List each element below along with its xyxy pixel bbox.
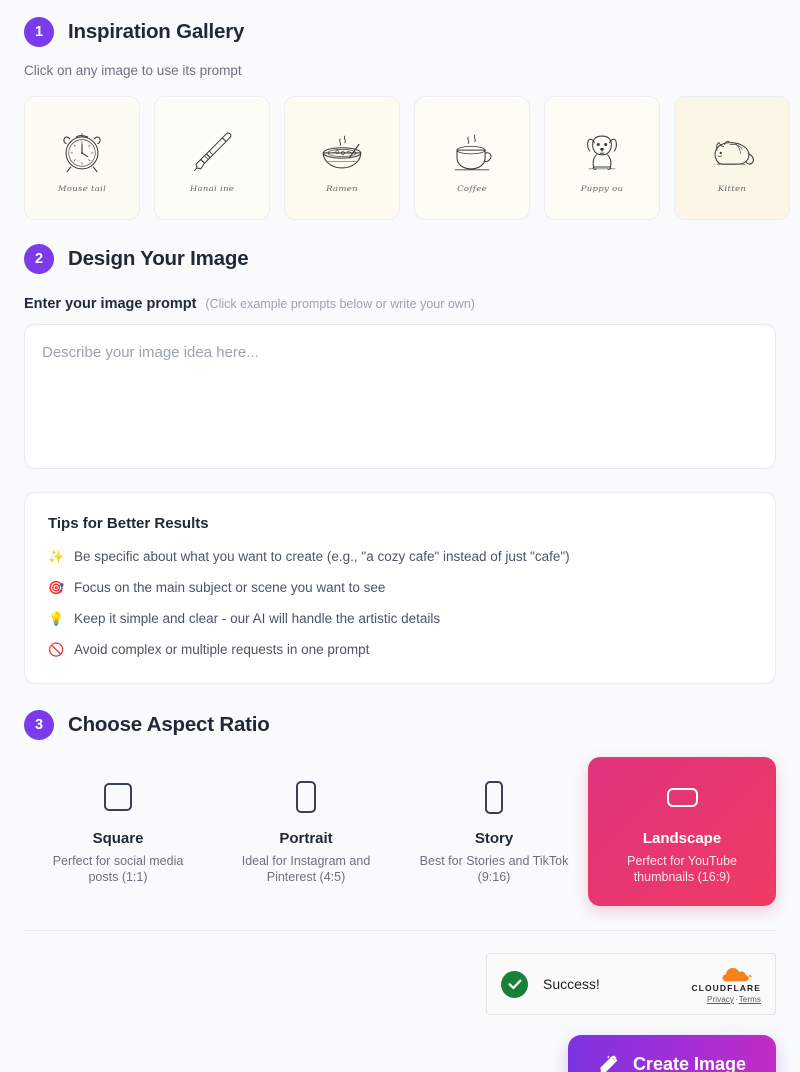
footer: Success! CLOUDFLARE Privacy·Terms Create… [24, 931, 776, 1072]
puppy-icon [571, 122, 633, 182]
ratio-option-square[interactable]: Square Perfect for social media posts (1… [24, 757, 212, 906]
design-title: Design Your Image [68, 247, 249, 270]
turnstile-links: Privacy·Terms [707, 995, 761, 1004]
prompt-input[interactable] [24, 324, 776, 469]
create-image-button[interactable]: Create Image [567, 1035, 776, 1072]
target-icon: 🎯 [48, 580, 65, 595]
ratio-name: Story [474, 830, 514, 847]
landscape-frame-icon [666, 780, 698, 814]
story-frame-icon [485, 780, 503, 814]
sparkles-icon: ✨ [48, 549, 65, 564]
gallery-item-puppy[interactable]: Puppy ou [544, 96, 660, 220]
step-badge-1: 1 [24, 17, 54, 47]
privacy-link[interactable]: Privacy [707, 995, 734, 1004]
step-badge-2: 2 [24, 244, 54, 274]
gallery-item-label: Coffee [457, 184, 487, 194]
turnstile-status: Success! [543, 976, 600, 992]
tip-item: 💡 Keep it simple and clear - our AI will… [48, 610, 752, 628]
gallery-item-label: Ramen [326, 184, 358, 194]
image-generator-page: 1 Inspiration Gallery Click on any image… [0, 0, 800, 1072]
ratio-desc: Best for Stories and TikTok (9:16) [419, 854, 569, 884]
prompt-label: Enter your image prompt [24, 296, 197, 312]
cloudflare-turnstile-widget[interactable]: Success! CLOUDFLARE Privacy·Terms [486, 953, 776, 1015]
gallery-item-hanai-ine[interactable]: Hanai ine [154, 96, 270, 220]
gallery-item-ramen[interactable]: Ramen [284, 96, 400, 220]
ratio-desc: Ideal for Instagram and Pinterest (4:5) [241, 854, 371, 884]
ratio-name: Landscape [642, 830, 722, 847]
alarm-clock-icon [51, 122, 113, 182]
gallery-heading: 1 Inspiration Gallery [24, 17, 776, 47]
gallery-item-label: Kitten [717, 184, 747, 194]
ratio-desc: Perfect for social media posts (1:1) [52, 854, 184, 884]
lightbulb-icon: 💡 [48, 611, 65, 626]
ratio-desc: Perfect for YouTube thumbnails (16:9) [626, 854, 738, 884]
tip-text: Keep it simple and clear - our AI will h… [74, 611, 441, 626]
tip-item: 🚫 Avoid complex or multiple requests in … [48, 641, 752, 659]
tip-text: Avoid complex or multiple requests in on… [74, 642, 370, 657]
section-design-your-image: 2 Design Your Image Enter your image pro… [24, 220, 776, 684]
ratio-option-portrait[interactable]: Portrait Ideal for Instagram and Pintere… [212, 757, 400, 906]
ratio-heading: 3 Choose Aspect Ratio [24, 710, 776, 740]
prompt-label-row: Enter your image prompt (Click example p… [24, 296, 776, 312]
gallery-item-kitten[interactable]: Kitten [674, 96, 790, 220]
ramen-bowl-icon [311, 122, 373, 182]
coffee-cup-icon [441, 122, 503, 182]
magic-wand-icon [598, 1053, 620, 1072]
tips-card: Tips for Better Results ✨ Be specific ab… [24, 492, 776, 684]
create-image-label: Create Image [632, 1053, 746, 1072]
tip-text: Focus on the main subject or scene you w… [74, 580, 386, 595]
tip-text: Be specific about what you want to creat… [74, 549, 570, 564]
terms-link[interactable]: Terms [739, 995, 761, 1004]
portrait-frame-icon [296, 780, 316, 814]
gallery-item-label: Puppy ou [580, 184, 624, 194]
cloudflare-brand: CLOUDFLARE Privacy·Terms [691, 965, 761, 1004]
gallery-title: Inspiration Gallery [68, 20, 245, 43]
prohibited-icon: 🚫 [48, 642, 65, 657]
gallery-item-coffee[interactable]: Coffee [414, 96, 530, 220]
section-inspiration-gallery: 1 Inspiration Gallery Click on any image… [24, 0, 790, 220]
ratio-option-landscape[interactable]: Landscape Perfect for YouTube thumbnails… [588, 757, 776, 906]
section-choose-aspect-ratio: 3 Choose Aspect Ratio Square Perfect for… [24, 684, 776, 906]
fountain-pen-icon [181, 122, 243, 182]
gallery-item-label: Mouse tail [57, 184, 107, 194]
ratio-options: Square Perfect for social media posts (1… [24, 757, 776, 906]
kitten-icon [701, 122, 763, 182]
tip-item: 🎯 Focus on the main subject or scene you… [48, 579, 752, 597]
cloudflare-cloud-icon [722, 967, 752, 981]
tips-title: Tips for Better Results [48, 515, 209, 532]
link-separator: · [734, 994, 738, 1004]
square-frame-icon [104, 780, 132, 814]
gallery-item-label: Hanai ine [189, 184, 235, 194]
step-badge-3: 3 [24, 710, 54, 740]
ratio-name: Square [92, 830, 144, 847]
gallery-subtitle: Click on any image to use its prompt [24, 63, 242, 78]
prompt-hint: (Click example prompts below or write yo… [205, 297, 475, 311]
success-check-icon [501, 970, 528, 998]
tip-item: ✨ Be specific about what you want to cre… [48, 548, 752, 566]
cloudflare-wordmark: CLOUDFLARE [691, 982, 761, 993]
gallery-item-mouse-tail[interactable]: Mouse tail [24, 96, 140, 220]
ratio-name: Portrait [279, 830, 333, 847]
ratio-title: Choose Aspect Ratio [68, 713, 270, 736]
ratio-option-story[interactable]: Story Best for Stories and TikTok (9:16) [400, 757, 588, 906]
gallery-grid: Mouse tail Hanai ine Ramen Coffee Puppy … [24, 96, 790, 220]
design-heading: 2 Design Your Image [24, 244, 776, 274]
